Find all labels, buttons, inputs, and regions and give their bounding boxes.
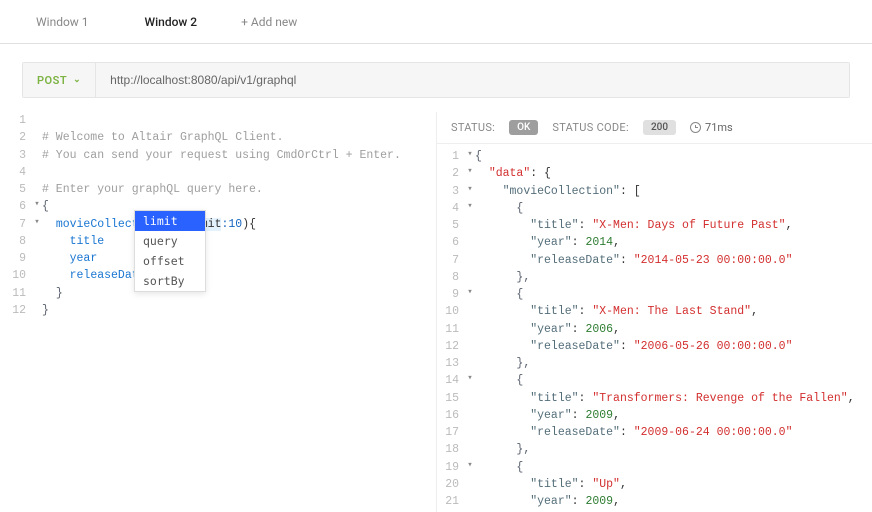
tabs-bar: Window 1 Window 2 + Add new [0, 0, 872, 44]
clock-icon [690, 122, 701, 133]
url-bar-container: POST ⌄ [0, 44, 872, 112]
tab-window-1[interactable]: Window 1 [8, 0, 117, 44]
status-ok-badge: OK [509, 120, 538, 135]
query-editor-pane[interactable]: 12# Welcome to Altair GraphQL Client.3# … [0, 112, 436, 512]
autocomplete-popup: limitqueryoffsetsortBy [134, 210, 206, 292]
autocomplete-item[interactable]: offset [135, 251, 205, 271]
url-input[interactable] [96, 63, 849, 97]
status-row: STATUS: OK STATUS CODE: 200 71ms [437, 112, 872, 144]
autocomplete-item[interactable]: limit [135, 211, 205, 231]
http-method-selector[interactable]: POST ⌄ [23, 63, 96, 97]
autocomplete-item[interactable]: sortBy [135, 271, 205, 291]
url-bar: POST ⌄ [22, 62, 850, 98]
status-code-badge: 200 [643, 120, 676, 135]
status-label: STATUS: [451, 121, 495, 134]
response-time-value: 71ms [705, 121, 733, 134]
query-editor[interactable]: 12# Welcome to Altair GraphQL Client.3# … [4, 112, 434, 319]
tab-window-2[interactable]: Window 2 [117, 0, 226, 44]
result-viewer[interactable]: 1▾{2▾ "data": {3▾ "movieCollection": [4▾… [437, 144, 872, 512]
autocomplete-item[interactable]: query [135, 231, 205, 251]
add-tab-button[interactable]: + Add new [225, 0, 313, 44]
response-time: 71ms [690, 121, 733, 134]
status-code-label: STATUS CODE: [552, 121, 629, 134]
http-method-label: POST [37, 74, 67, 87]
chevron-down-icon: ⌄ [73, 75, 81, 85]
result-pane: STATUS: OK STATUS CODE: 200 71ms 1▾{2▾ "… [436, 112, 872, 512]
